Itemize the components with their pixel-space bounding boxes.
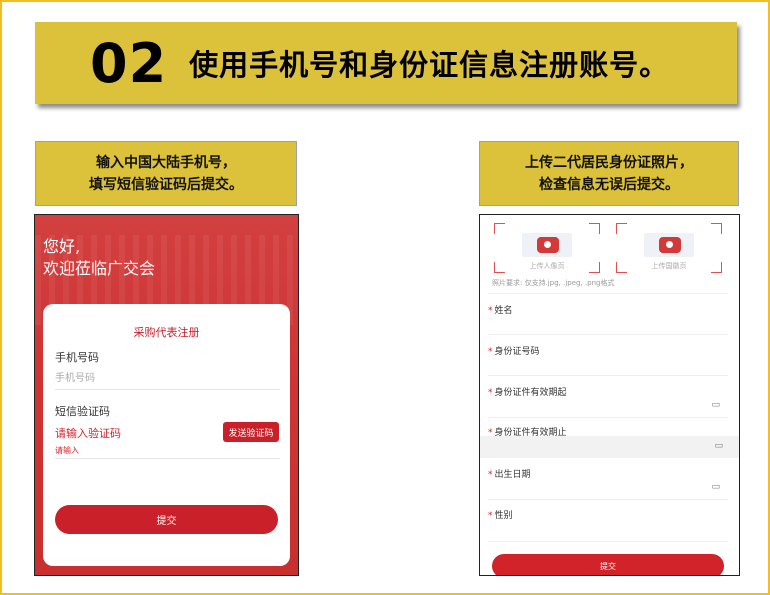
phone-registration-screen: 您好, 欢迎莅临广交会 采购代表注册 手机号码 手机号码 短信验证码 请输入验证… [34, 214, 299, 576]
calendar-icon: ▭ [711, 482, 720, 492]
id-number-input[interactable] [488, 356, 728, 374]
birth-date-picker[interactable]: ▭ [488, 480, 728, 498]
frame-corner [711, 223, 722, 234]
sms-error-text: 请输入 [55, 446, 79, 455]
frame-corner [589, 223, 600, 234]
page-title: 使用手机号和身份证信息注册账号。 [189, 48, 670, 82]
divider [55, 458, 280, 459]
upload-emblem-page[interactable]: 上传国徽页 [616, 223, 722, 273]
required-mark: * [488, 388, 493, 398]
divider [488, 334, 728, 335]
gender-select[interactable] [488, 520, 728, 538]
valid-from-date-picker[interactable]: ▭ [488, 398, 728, 416]
left-instruction-callout: 输入中国大陆手机号， 填写短信验证码后提交。 [35, 141, 297, 206]
birth-date-label-text: 出生日期 [494, 470, 531, 480]
frame-corner [616, 223, 627, 234]
sms-code-input[interactable]: 请输入验证码 [55, 425, 205, 441]
step-number: 02 [90, 31, 168, 95]
submit-button[interactable]: 提交 [55, 505, 278, 534]
calendar-icon: ▭ [714, 441, 723, 451]
left-callout-line1: 输入中国大陆手机号， [96, 154, 236, 171]
id-upload-screen: 上传人像页 上传国徽页 照片要求: 仅支持.jpg, .jpeg, .png格式… [479, 214, 740, 576]
greeting-line2: 欢迎莅临广交会 [43, 259, 156, 278]
divider [488, 375, 728, 376]
upload-emblem-caption: 上传国徽页 [651, 262, 687, 270]
photo-requirement-note: 照片要求: 仅支持.jpg, .jpeg, .png格式 [492, 279, 615, 287]
camera-icon [659, 237, 681, 253]
calendar-icon: ▭ [711, 400, 720, 410]
sms-label: 短信验证码 [55, 405, 110, 418]
card-title: 采购代表注册 [133, 326, 200, 339]
phone-input[interactable]: 手机号码 [55, 369, 275, 385]
divider [488, 541, 728, 542]
required-mark: * [488, 470, 493, 480]
right-callout-line1: 上传二代居民身份证照片， [525, 154, 693, 171]
send-code-button[interactable]: 发送验证码 [223, 422, 279, 442]
valid-to-date-picker[interactable]: ▭ [480, 436, 739, 458]
greeting-line1: 您好, [43, 237, 81, 256]
right-callout-line2: 检查信息无误后提交。 [539, 176, 679, 193]
divider [488, 293, 728, 294]
valid-from-label-text: 身份证件有效期起 [494, 388, 567, 398]
valid-from-field-label: * 身份证件有效期起 [488, 385, 567, 398]
birth-date-field-label: * 出生日期 [488, 467, 531, 480]
frame-corner [494, 223, 505, 234]
upload-portrait-caption: 上传人像页 [529, 262, 565, 270]
divider [488, 417, 728, 418]
divider [488, 499, 728, 500]
registration-card: 采购代表注册 手机号码 手机号码 短信验证码 请输入验证码 发送验证码 请输入 … [43, 304, 290, 566]
upload-portrait-page[interactable]: 上传人像页 [494, 223, 600, 273]
left-callout-line2: 填写短信验证码后提交。 [89, 176, 243, 193]
right-instruction-callout: 上传二代居民身份证照片， 检查信息无误后提交。 [479, 141, 739, 206]
camera-icon [537, 237, 559, 253]
title-banner: 02 使用手机号和身份证信息注册账号。 [35, 22, 737, 104]
submit-button[interactable]: 提交 [492, 554, 724, 575]
name-input[interactable] [488, 315, 728, 333]
phone-label: 手机号码 [55, 351, 99, 364]
divider [55, 389, 280, 390]
